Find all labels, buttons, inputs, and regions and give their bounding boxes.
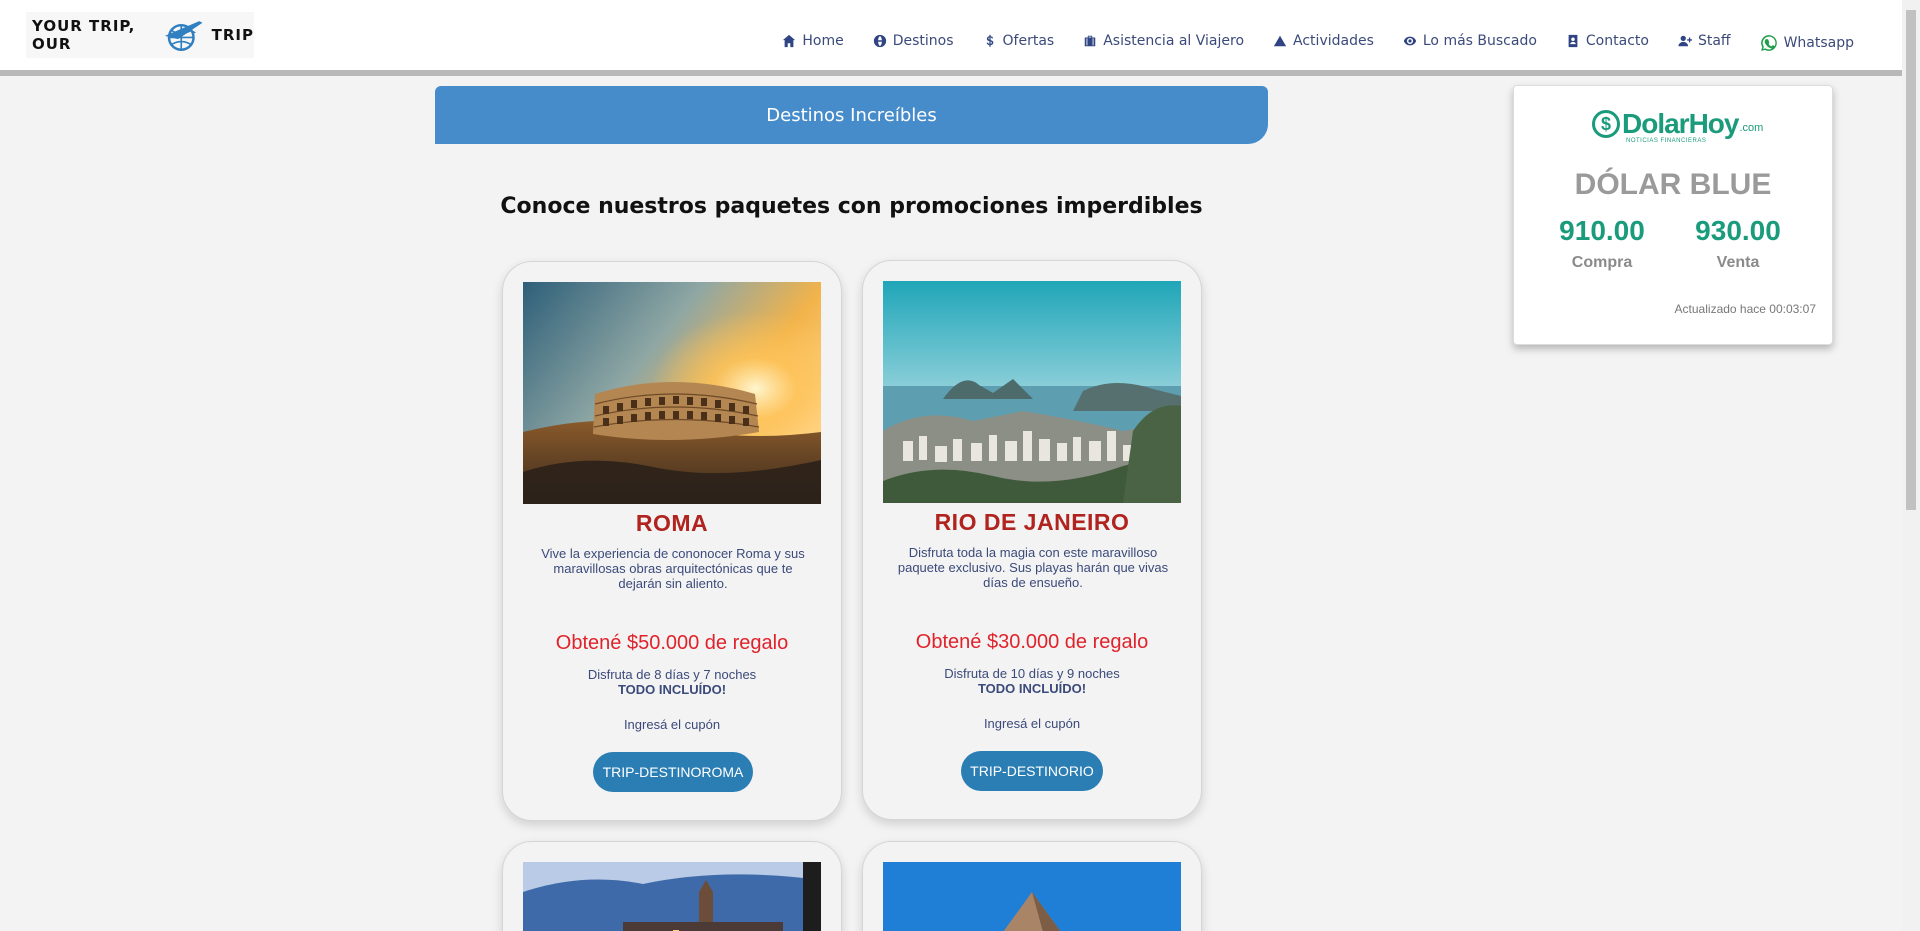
nav-home-label: Home: [802, 33, 844, 49]
card-coupon-label: Ingresá el cupón: [983, 716, 1081, 731]
dolarhoy-tagline: NOTICIAS FINANCIERAS: [1626, 138, 1707, 144]
nav-actividades-label: Actividades: [1293, 33, 1374, 49]
dolarhoy-logo[interactable]: $ DolarHoy .com NOTICIAS FINANCIERAS: [1592, 108, 1764, 144]
rio-de-janeiro-image: [883, 281, 1181, 503]
nav-lo-mas-buscado[interactable]: Lo más Buscado: [1403, 33, 1537, 49]
card-description: Vive la experiencia de cononocer Roma y …: [541, 546, 805, 591]
card-coupon-label: Ingresá el cupón: [623, 717, 721, 732]
compra-value: 910.00: [1559, 215, 1645, 246]
nav-home[interactable]: Home: [782, 33, 844, 49]
globe-icon: [873, 34, 886, 48]
nav-destinos[interactable]: Destinos: [873, 33, 954, 49]
whatsapp-icon: [1760, 35, 1777, 51]
nav-asistencia-label: Asistencia al Viajero: [1103, 33, 1245, 49]
venta-label: Venta: [1716, 254, 1760, 271]
destination-card-4: [862, 841, 1202, 931]
promo-headline: Conoce nuestros paquetes con promociones…: [500, 194, 1203, 219]
compra-label: Compra: [1571, 254, 1633, 271]
nav-actividades[interactable]: Actividades: [1273, 33, 1374, 49]
city-night-image: [523, 862, 821, 931]
card-title: RIO DE JANEIRO: [934, 509, 1130, 535]
nav-contacto-label: Contacto: [1585, 33, 1649, 49]
destination-card-3: [502, 841, 842, 931]
nav-lo-mas-buscado-label: Lo más Buscado: [1422, 33, 1537, 49]
nav-ofertas[interactable]: Ofertas: [983, 33, 1055, 49]
section-title: Destinos Increíbles: [766, 104, 937, 126]
nav-asistencia[interactable]: Asistencia al Viajero: [1083, 33, 1244, 49]
page-scrollbar[interactable]: [1902, 0, 1920, 931]
section-title-bar: Destinos Increíbles: [435, 86, 1268, 144]
dollar-icon: [986, 34, 993, 47]
dollar-coin-icon: $: [1592, 110, 1620, 138]
nav-whatsapp-label: Whatsapp: [1783, 35, 1854, 51]
card-duration: Disfruta de 8 días y 7 noches: [587, 667, 757, 682]
destination-card-roma: ROMA Vive la experiencia de cononocer Ro…: [502, 261, 842, 821]
scrollbar-thumb[interactable]: [1906, 10, 1916, 510]
card-included: TODO INCLUÍDO!: [977, 681, 1087, 696]
mountain-icon: [1273, 35, 1287, 47]
coupon-button-rio[interactable]: TRIP-DESTINORIO: [961, 751, 1103, 791]
logo-text-left: YOUR TRIP, OUR: [32, 17, 136, 53]
pyramid-image: [883, 862, 1181, 931]
card-promo: Obtené $30.000 de regalo: [915, 631, 1149, 653]
nav-whatsapp[interactable]: Whatsapp: [1760, 34, 1854, 52]
main-nav: Home Destinos Ofertas Asistencia al Viaj…: [753, 30, 1854, 52]
card-included: TODO INCLUÍDO!: [617, 682, 727, 697]
home-icon: [783, 34, 796, 48]
card-duration: Disfruta de 10 días y 9 noches: [944, 666, 1120, 681]
dolarhoy-brand: DolarHoy: [1622, 108, 1739, 139]
dolar-blue-widget: $ DolarHoy .com NOTICIAS FINANCIERAS DÓL…: [1513, 85, 1833, 345]
nav-ofertas-label: Ofertas: [1002, 33, 1055, 49]
logo-text-right: TRIP: [211, 26, 254, 44]
contact-book-icon: [1568, 34, 1578, 48]
eye-icon: [1403, 36, 1416, 46]
card-promo: Obtené $50.000 de regalo: [555, 632, 789, 654]
card-title: ROMA: [635, 510, 709, 536]
destination-card-rio: RIO DE JANEIRO Disfruta toda la magia co…: [862, 260, 1202, 820]
nav-staff-label: Staff: [1697, 33, 1731, 49]
globe-plane-logo-icon: [164, 21, 203, 51]
dolarhoy-suffix: .com: [1739, 122, 1764, 134]
colosseum-image: [523, 282, 821, 504]
coupon-button-roma[interactable]: TRIP-DESTINOROMA: [593, 752, 753, 792]
user-plus-icon: [1678, 35, 1692, 47]
dolar-title: DÓLAR BLUE: [1574, 168, 1772, 201]
suitcase-icon: [1084, 35, 1096, 47]
site-logo[interactable]: YOUR TRIP, OUR TRIP: [26, 12, 254, 58]
nav-destinos-label: Destinos: [892, 33, 954, 49]
nav-staff[interactable]: Staff: [1678, 33, 1731, 49]
top-navbar: YOUR TRIP, OUR TRIP Home Destinos Oferta…: [0, 0, 1902, 76]
venta-value: 930.00: [1695, 215, 1781, 246]
card-description: Disfruta toda la magia con este maravill…: [897, 545, 1169, 590]
updated-timestamp: Actualizado hace 00:03:07: [1674, 302, 1816, 316]
nav-contacto[interactable]: Contacto: [1566, 33, 1649, 49]
